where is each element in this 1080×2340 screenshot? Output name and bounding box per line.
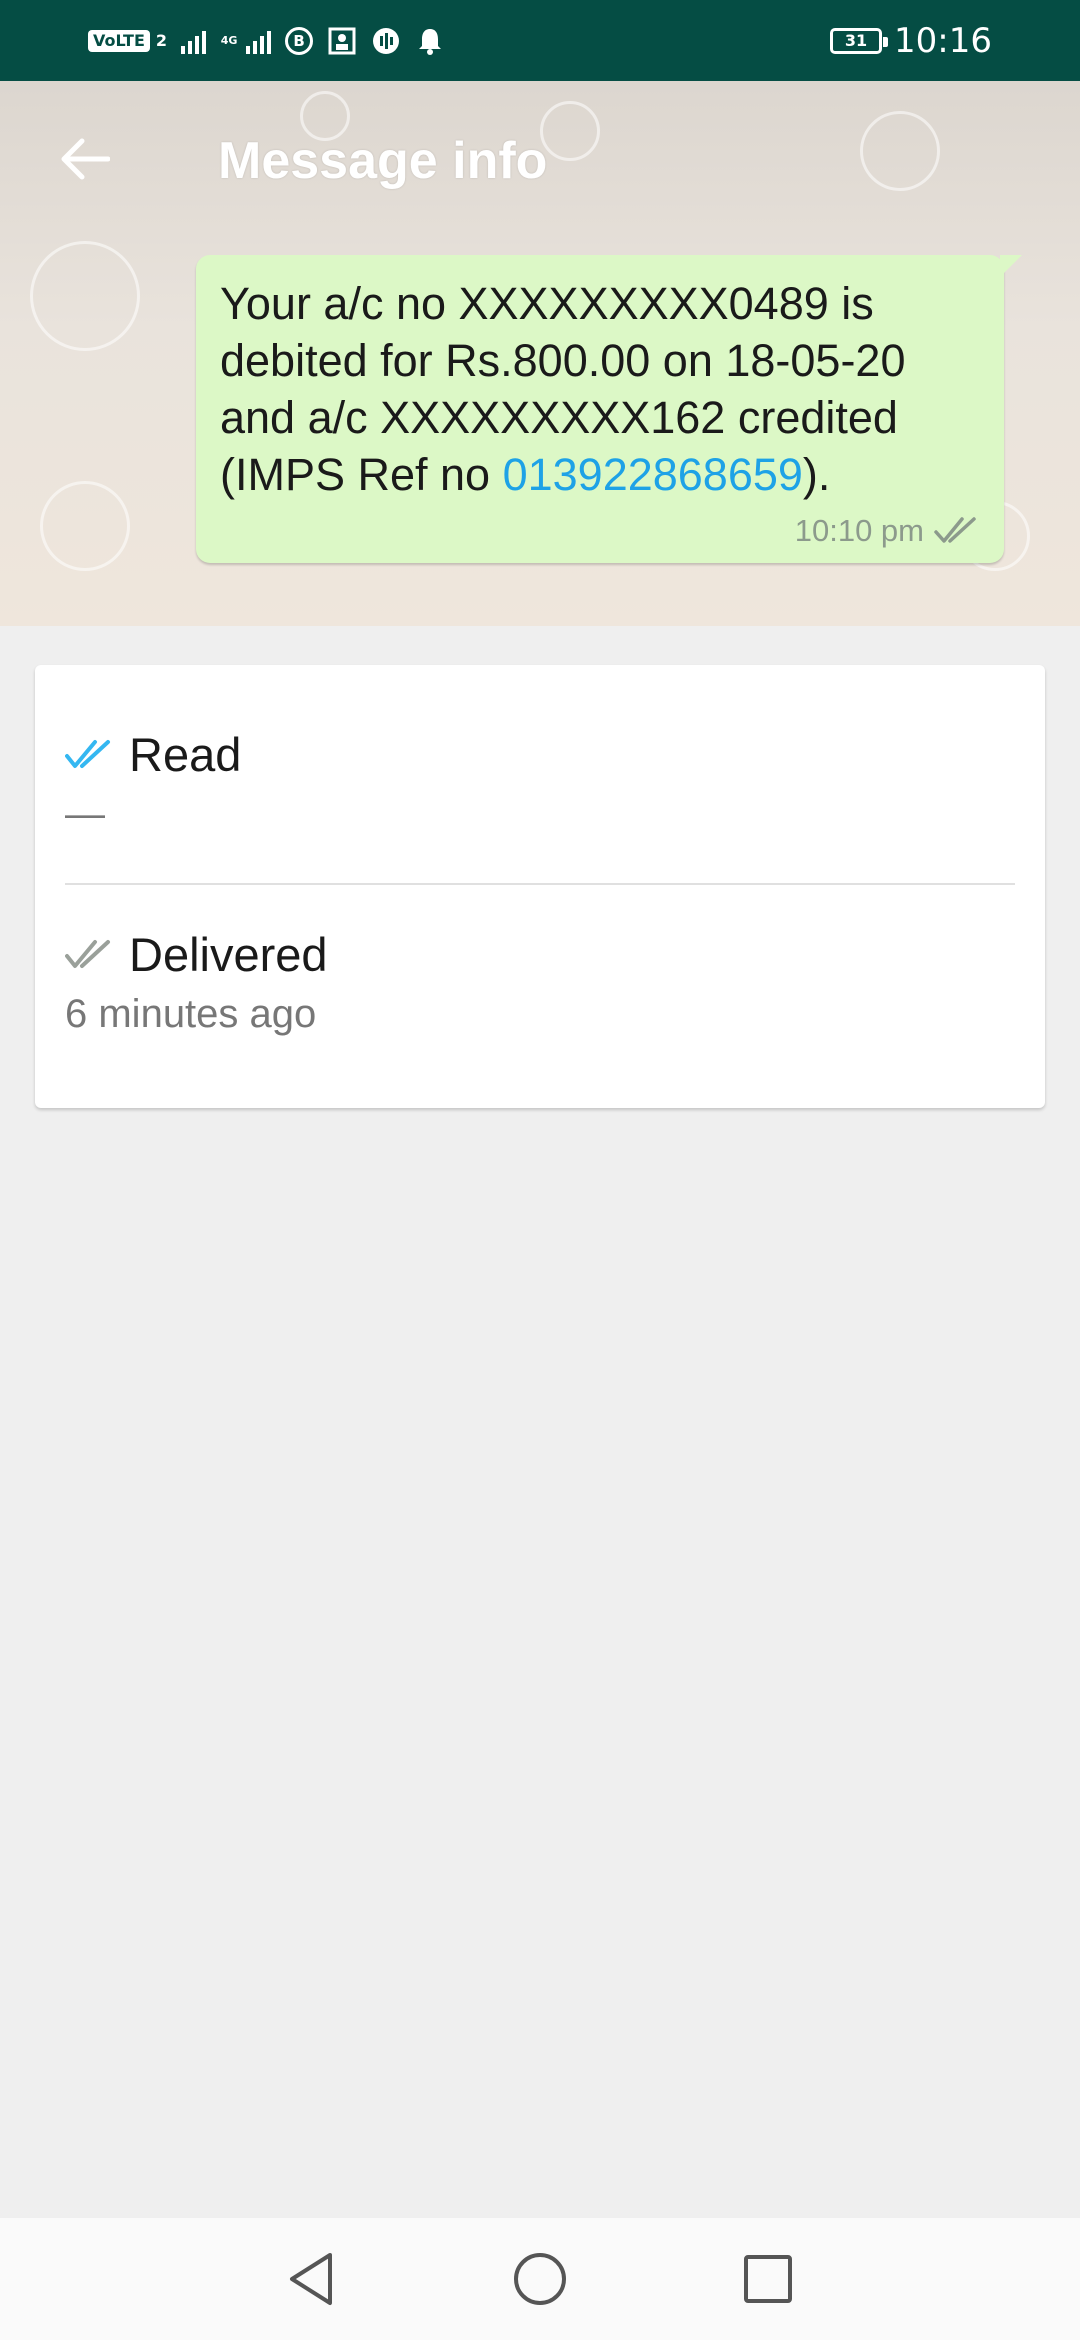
app-icon <box>327 26 357 56</box>
nav-back-button[interactable] <box>272 2239 352 2319</box>
nav-recents-icon <box>744 2255 792 2303</box>
double-check-gray-icon <box>65 939 110 968</box>
signal-icon <box>181 28 207 54</box>
back-button[interactable] <box>52 127 116 191</box>
message-meta: 10:10 pm <box>795 513 982 549</box>
signal-bars-icon <box>246 28 272 54</box>
read-label: Read <box>129 728 242 781</box>
status-right: 31 10:16 <box>830 21 992 61</box>
delivered-label: Delivered <box>129 928 328 981</box>
back-arrow-icon <box>61 138 110 180</box>
read-row: Read — <box>65 727 1015 837</box>
message-bubble[interactable]: Your a/c no XXXXXXXXX0489 is debited for… <box>196 255 1022 563</box>
wallpaper-doodle <box>40 481 130 571</box>
message-status-card: Read — Delivered 6 minutes ago <box>35 665 1045 1108</box>
battery-icon: 31 <box>830 27 889 54</box>
divider <box>65 883 1015 885</box>
double-check-blue-icon <box>65 739 110 768</box>
sound-icon <box>371 26 401 56</box>
message-text: Your a/c no XXXXXXXXX0489 is debited for… <box>220 275 980 503</box>
message-time: 10:10 pm <box>794 513 924 548</box>
delivered-value: 6 minutes ago <box>65 992 317 1036</box>
volte-icon: VoLTE <box>88 29 150 52</box>
nav-recents-button[interactable] <box>728 2239 808 2319</box>
notification-bell-icon <box>415 26 445 56</box>
message-body-end: ). <box>802 449 831 500</box>
navigation-bar <box>0 2218 1080 2340</box>
nav-home-button[interactable] <box>500 2239 580 2319</box>
app-bar: Message info <box>0 81 1080 249</box>
read-header: Read <box>65 727 1015 782</box>
clock: 10:16 <box>894 20 992 61</box>
message-info-screen: VoLTE 2 4G B 31 10:16 Message info Your … <box>0 0 1080 2340</box>
page-title: Message info <box>218 132 548 190</box>
wallpaper-doodle <box>30 241 140 351</box>
message-ref-link[interactable]: 013922868659 <box>503 449 803 500</box>
delivered-header: Delivered <box>65 927 1015 982</box>
battery-level: 31 <box>844 31 868 50</box>
b-icon: B <box>285 26 314 55</box>
delivered-row: Delivered 6 minutes ago <box>65 927 1015 1037</box>
nav-home-icon <box>514 2253 566 2305</box>
double-check-icon <box>934 517 976 543</box>
sim-indicator: 2 <box>155 31 168 50</box>
read-value: — <box>65 792 105 836</box>
status-bar: VoLTE 2 4G B 31 10:16 <box>0 0 1080 81</box>
status-left-icons: VoLTE 2 4G B <box>88 26 445 56</box>
network-type-label: 4G <box>220 34 238 47</box>
nav-back-icon <box>290 2253 332 2305</box>
signal-4g-icon: 4G <box>220 26 238 56</box>
